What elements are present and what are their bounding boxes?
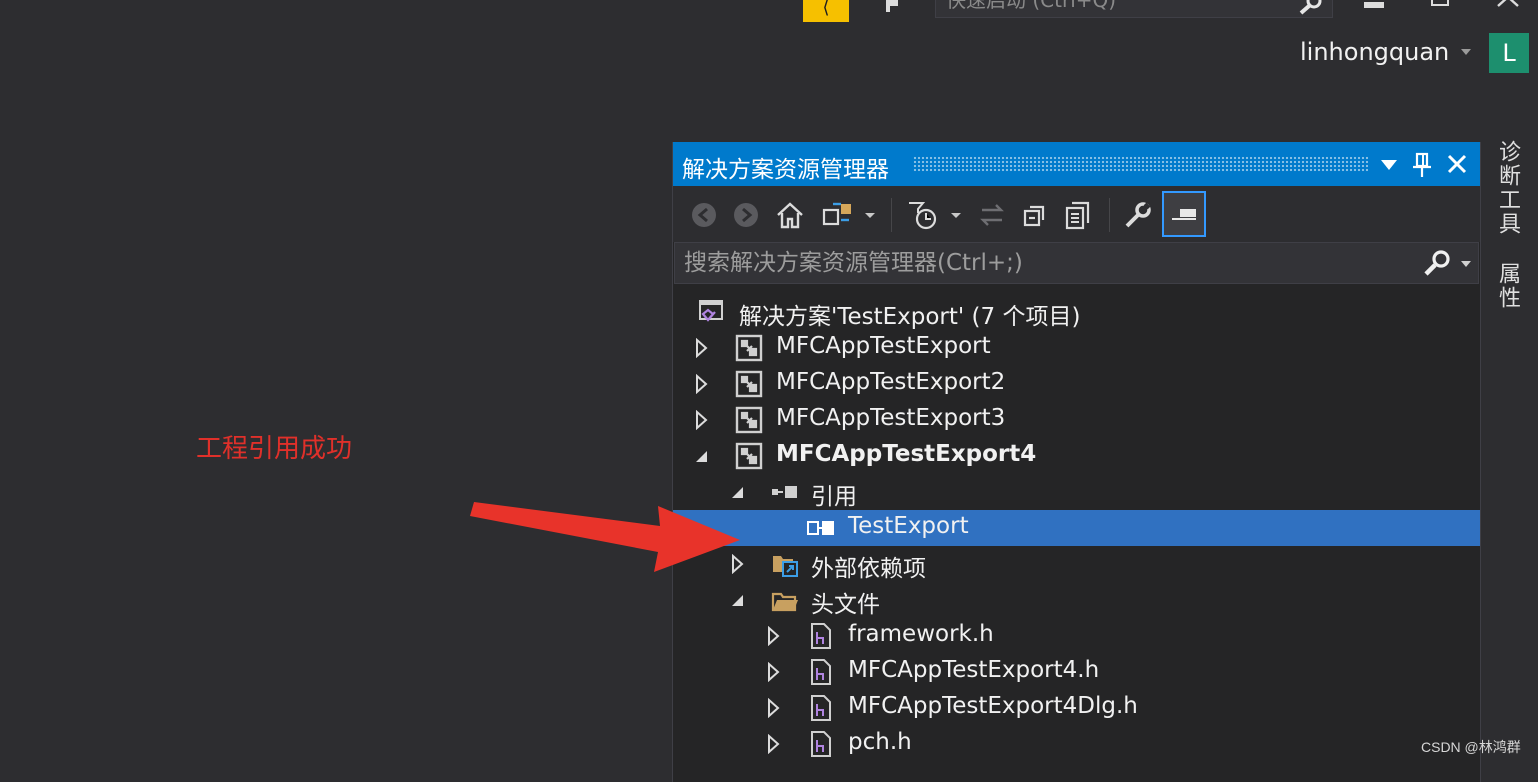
maximize-button[interactable] [1431,0,1449,6]
solution-label: 解决方案'TestExport' (7 个项目) [739,304,1081,330]
back-icon[interactable] [689,200,719,230]
close-icon[interactable] [1445,152,1469,176]
window-close-icon[interactable] [1496,0,1520,8]
quick-launch-input[interactable]: 快速启动 (Ctrl+Q) [935,0,1333,18]
external-dependencies-icon [773,556,798,577]
collapse-all-icon[interactable] [1021,200,1051,230]
collapse-arrow-icon[interactable] [729,590,745,610]
tree-item-reference-selected[interactable]: TestExport [673,510,1480,546]
header-files-label: 头文件 [811,592,880,618]
side-tab-properties[interactable]: 属性 [1493,262,1523,310]
window-position-chevron-down-icon[interactable] [1381,160,1397,170]
feedback-badge[interactable]: ⟨ [803,0,849,22]
user-menu-chevron-down-icon[interactable] [1461,49,1471,55]
red-arrow-annotation [470,502,740,572]
show-all-files-icon[interactable] [1063,200,1093,230]
panel-title: 解决方案资源管理器 [682,157,889,183]
header-file-icon [811,731,831,757]
tree-item-references[interactable]: 引用 [673,474,1480,510]
tree-item-project[interactable]: MFCAppTestExport3 [673,402,1480,438]
pending-changes-filter-icon[interactable] [907,200,937,230]
external-dependencies-label: 外部依赖项 [811,556,926,582]
solution-icon [699,300,723,322]
toolbar-separator [891,198,892,232]
avatar[interactable]: L [1489,33,1529,73]
switch-views-chevron-down-icon[interactable] [863,200,877,230]
header-file-label: framework.h [848,621,994,647]
tree-item-project[interactable]: MFCAppTestExport2 [673,366,1480,402]
tree-item-header-file[interactable]: MFCAppTestExport4.h [673,654,1480,690]
annotation-text: 工程引用成功 [196,434,353,464]
folder-open-icon [771,592,798,612]
toolbar-separator [1109,198,1110,232]
preview-toggle-button[interactable] [1162,191,1206,237]
side-tab-diagnostic-tools[interactable]: 诊断工具 [1493,140,1523,236]
sync-icon[interactable] [977,200,1007,230]
collapse-arrow-icon[interactable] [693,446,709,466]
cpp-project-icon [735,442,763,470]
header-file-label: MFCAppTestExport4Dlg.h [848,693,1138,719]
tree-item-project[interactable]: MFCAppTestExport [673,330,1480,366]
expand-arrow-icon[interactable] [765,698,781,718]
solution-explorer-panel: 解决方案资源管理器 解决方案'TestExport' (7 个项目) [672,142,1481,782]
expand-arrow-icon[interactable] [765,662,781,682]
title-grip [913,156,1368,172]
watermark: CSDN @林鸿群 [1421,739,1521,755]
tree-item-header-file[interactable]: pch.h [673,726,1480,762]
cpp-project-icon [735,406,763,434]
expand-arrow-icon[interactable] [765,626,781,646]
feedback-icon: ⟨ [822,0,830,18]
cpp-project-icon [735,334,763,362]
reference-icon [807,521,834,535]
project-label: MFCAppTestExport [776,333,991,359]
panel-toolbar [673,186,1480,242]
switch-views-icon[interactable] [821,200,855,230]
project-label: MFCAppTestExport3 [776,405,1006,431]
project-label: MFCAppTestExport4 [776,441,1037,467]
search-bar [674,242,1479,284]
expand-arrow-icon[interactable] [693,374,709,394]
tree-item-header-files[interactable]: 头文件 [673,582,1480,618]
preview-icon [1172,209,1196,220]
user-name[interactable]: linhongquan [1300,38,1449,66]
forward-icon[interactable] [731,200,761,230]
quick-launch-placeholder: 快速启动 (Ctrl+Q) [946,0,1117,12]
tree-item-solution[interactable]: 解决方案'TestExport' (7 个项目) [673,294,1480,330]
tree-item-header-file[interactable]: framework.h [673,618,1480,654]
header-file-label: MFCAppTestExport4.h [848,657,1100,683]
header-file-icon [811,695,831,721]
tree-item-external-dependencies[interactable]: 外部依赖项 [673,546,1480,582]
flag-icon[interactable] [884,0,902,12]
cpp-project-icon [735,370,763,398]
project-label: MFCAppTestExport2 [776,369,1006,395]
tree-item-header-file[interactable]: MFCAppTestExport4Dlg.h [673,690,1480,726]
header-file-icon [811,623,831,649]
expand-arrow-icon[interactable] [765,734,781,754]
search-icon[interactable] [1423,250,1451,276]
tree-item-project-startup[interactable]: MFCAppTestExport4 [673,438,1480,474]
properties-wrench-icon[interactable] [1123,200,1153,230]
minimize-button[interactable] [1364,2,1384,8]
filter-chevron-down-icon[interactable] [949,200,963,230]
references-icon [772,486,797,498]
reference-label: TestExport [848,513,969,539]
panel-title-bar[interactable]: 解决方案资源管理器 [673,142,1480,186]
header-file-icon [811,659,831,685]
expand-arrow-icon[interactable] [693,338,709,358]
pin-icon[interactable] [1412,152,1432,178]
header-file-label: pch.h [848,729,912,755]
references-label: 引用 [811,484,857,510]
expand-arrow-icon[interactable] [693,410,709,430]
search-input[interactable] [675,243,1424,283]
home-icon[interactable] [775,200,805,230]
search-options-chevron-down-icon[interactable] [1461,261,1471,267]
quick-launch-search-icon[interactable] [1298,0,1324,15]
